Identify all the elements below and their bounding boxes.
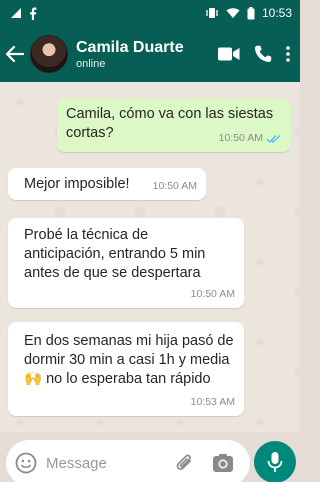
chat-header: Camila Duarte online [0, 26, 300, 82]
paperclip-icon [176, 454, 191, 470]
message-bubble-incoming[interactable]: Probé la técnica de anticipación, entran… [8, 218, 244, 308]
microphone-icon [267, 452, 283, 472]
battery-icon [247, 6, 255, 20]
more-options-button[interactable] [286, 46, 290, 62]
message-time: 10:50 AM [190, 288, 235, 300]
message-time: 10:50 AM [218, 132, 263, 144]
camera-button[interactable] [204, 453, 242, 473]
avatar[interactable] [30, 35, 68, 73]
message-bubble-incoming[interactable]: En dos semanas mi hija pasó de dormir 30… [8, 322, 244, 416]
contact-status: online [76, 57, 106, 70]
voice-call-button[interactable] [254, 45, 272, 63]
attach-button[interactable] [166, 452, 204, 474]
video-camera-icon [218, 47, 240, 61]
read-receipt-icon [266, 134, 281, 143]
arrow-left-icon [6, 46, 24, 62]
message-text: Probé la técnica de anticipación, entran… [24, 227, 206, 281]
emoji-icon [15, 452, 37, 474]
status-bar: 10:53 [0, 0, 300, 26]
message-list[interactable]: Camila, cómo va con las siestas cortas? … [0, 82, 300, 432]
clock-time: 10:53 [261, 6, 292, 20]
facebook-icon [29, 7, 37, 20]
vibrate-icon [205, 7, 219, 19]
contact-info[interactable]: Camila Duarte online [76, 38, 218, 71]
video-call-button[interactable] [218, 47, 240, 61]
contact-name: Camila Duarte [76, 38, 184, 56]
more-vertical-icon [286, 46, 290, 62]
back-button[interactable] [0, 26, 30, 82]
message-bubble-outgoing[interactable]: Camila, cómo va con las siestas cortas? … [57, 98, 291, 152]
message-time: 10:50 AM [152, 180, 197, 192]
message-bubble-incoming[interactable]: Mejor imposible! 10:50 AM [8, 168, 206, 200]
voice-message-button[interactable] [254, 441, 296, 482]
signal-icon [10, 7, 22, 19]
camera-icon [213, 454, 233, 472]
emoji-button[interactable] [6, 452, 46, 474]
message-text: En dos semanas mi hija pasó de dormir 30… [24, 333, 234, 387]
message-time: 10:53 AM [190, 396, 235, 408]
message-text: Mejor imposible! [24, 176, 130, 192]
wifi-icon [226, 7, 240, 19]
message-composer [6, 440, 250, 482]
phone-icon [254, 45, 272, 63]
message-input[interactable] [46, 448, 166, 478]
